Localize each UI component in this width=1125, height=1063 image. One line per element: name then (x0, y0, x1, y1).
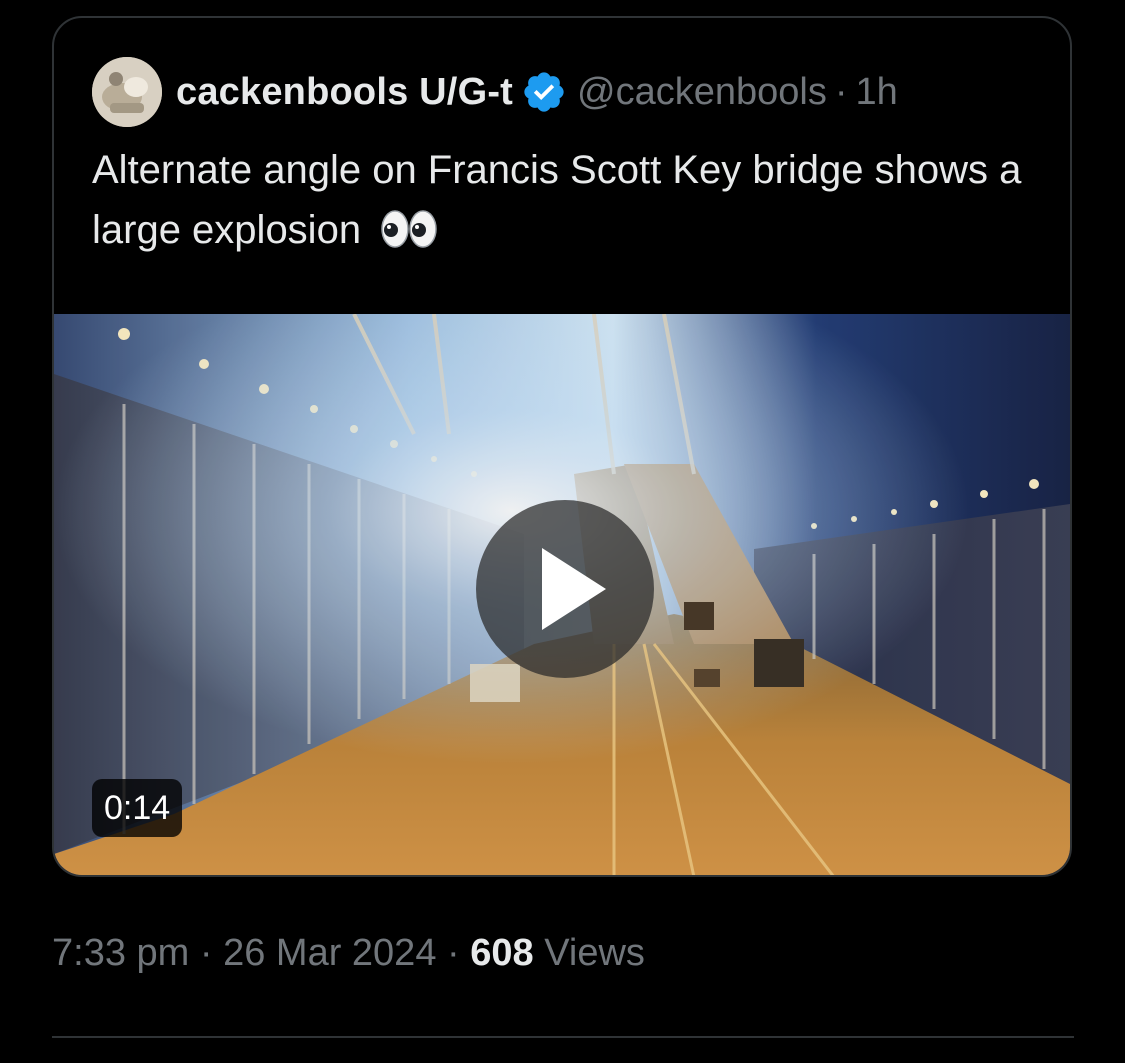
quoted-post-header: cackenbools U/G-t @cackenbools · 1h (92, 56, 898, 128)
author-handle[interactable]: @cackenbools (577, 71, 827, 114)
author-display-name[interactable]: cackenbools U/G-t (176, 71, 513, 114)
eyes-emoji-icon (380, 206, 438, 248)
post-time-ago[interactable]: 1h (856, 71, 898, 114)
quoted-post-text: Alternate angle on Francis Scott Key bri… (92, 140, 1022, 260)
meta-separator-2: · (447, 932, 460, 974)
views-label: Views (544, 932, 645, 974)
header-separator: · (834, 70, 848, 113)
play-icon (542, 548, 606, 630)
section-divider (52, 1036, 1074, 1038)
quoted-post-text-body: Alternate angle on Francis Scott Key bri… (92, 148, 1022, 252)
quoted-post-card[interactable]: cackenbools U/G-t @cackenbools · 1h Alte… (52, 16, 1072, 877)
meta-separator-1: · (199, 932, 213, 974)
post-date[interactable]: 26 Mar 2024 (223, 932, 436, 974)
avatar-photo (92, 57, 162, 127)
play-button[interactable] (476, 500, 654, 678)
views-count: 608 (470, 932, 534, 974)
video-duration-badge: 0:14 (92, 779, 183, 837)
author-avatar[interactable] (92, 57, 162, 127)
post-detail-page: cackenbools U/G-t @cackenbools · 1h Alte… (0, 0, 1125, 1063)
post-time[interactable]: 7:33 pm (52, 932, 189, 974)
video-player[interactable]: 0:14 (54, 314, 1070, 875)
verified-badge-icon (521, 69, 567, 115)
post-metadata-row: 7:33 pm · 26 Mar 2024 · 608 Views (52, 932, 645, 975)
